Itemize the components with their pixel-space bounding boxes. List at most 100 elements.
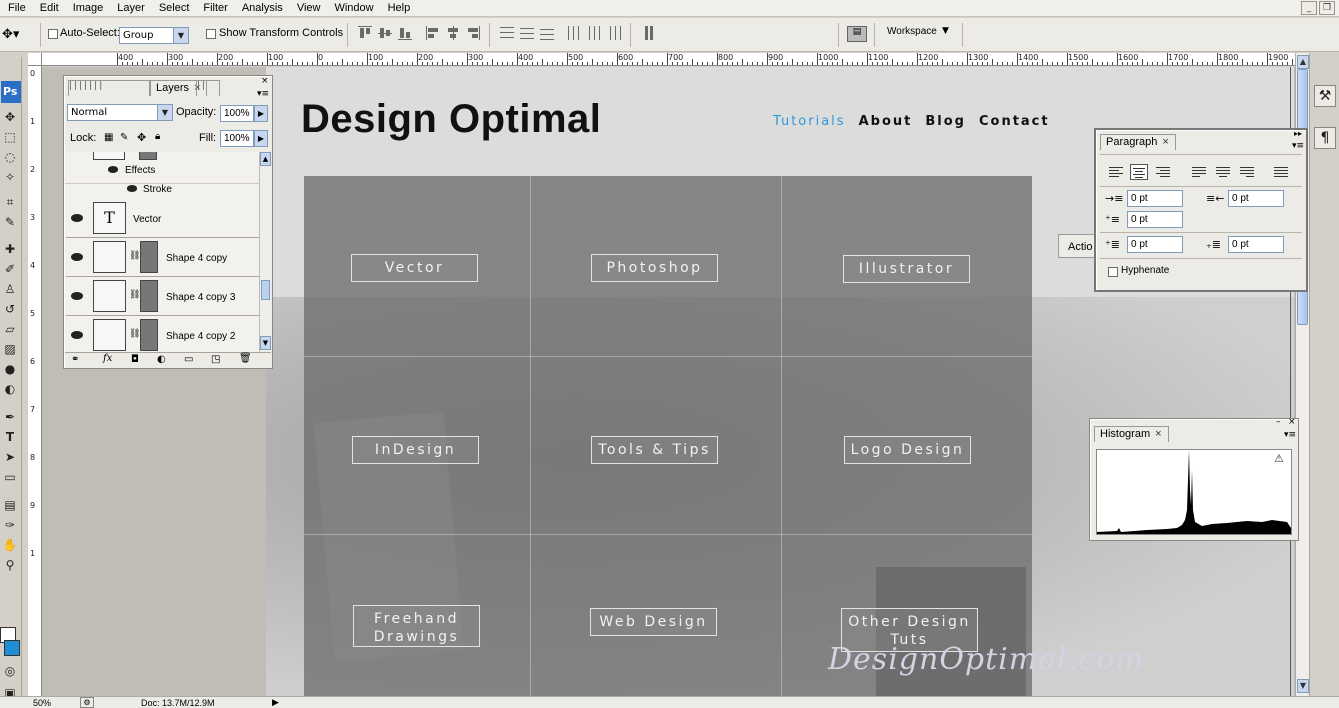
justify-left-icon[interactable] <box>1190 164 1208 180</box>
menu-layer[interactable]: Layer <box>110 0 152 17</box>
status-icon[interactable]: ⚙ <box>80 697 94 708</box>
chevron-down-icon[interactable]: ▼ <box>942 26 949 36</box>
eye-icon[interactable] <box>71 292 83 300</box>
scroll-down-icon[interactable]: ▼ <box>260 336 271 350</box>
magic-wand-icon[interactable]: ✧ <box>2 169 18 185</box>
paragraph-tab[interactable]: Paragraph × <box>1100 134 1176 150</box>
type-tool-icon[interactable]: T <box>2 429 18 445</box>
align-vcenter-icon[interactable] <box>378 26 392 40</box>
nav-tutorials[interactable]: Tutorials <box>773 114 846 129</box>
category-photoshop[interactable]: Photoshop <box>591 254 718 282</box>
clone-stamp-icon[interactable]: ♙ <box>2 281 18 297</box>
warning-icon[interactable]: ⚠ <box>1274 452 1284 465</box>
layers-hidden-tabs[interactable]: || <box>196 80 220 96</box>
minimize-icon[interactable]: _ <box>1301 1 1317 15</box>
category-illustrator[interactable]: Illustrator <box>843 255 970 283</box>
align-text-center-icon[interactable] <box>1130 164 1148 180</box>
scroll-down-icon[interactable]: ▼ <box>1297 679 1309 693</box>
layer-row-vector[interactable]: T Vector <box>66 199 259 238</box>
scroll-up-icon[interactable]: ▲ <box>1297 55 1309 69</box>
scroll-thumb[interactable] <box>261 280 270 300</box>
menu-select[interactable]: Select <box>152 0 197 17</box>
category-vector[interactable]: Vector <box>351 254 478 282</box>
eyedropper-icon[interactable]: ✑ <box>2 517 18 533</box>
history-brush-icon[interactable]: ↺ <box>2 301 18 317</box>
brush-tool-icon[interactable]: ✐ <box>2 261 18 277</box>
move-tool-icon[interactable]: ✥▾ <box>2 27 19 42</box>
align-right-icon[interactable] <box>466 26 480 40</box>
distribute-hcenter-icon[interactable] <box>587 26 601 40</box>
justify-right-icon[interactable] <box>1238 164 1256 180</box>
slice-tool-icon[interactable]: ✎ <box>2 214 18 230</box>
crop-tool-icon[interactable]: ⌗ <box>2 194 18 210</box>
scroll-up-icon[interactable]: ▲ <box>260 152 271 166</box>
zoom-tool-icon[interactable]: ⚲ <box>2 557 18 573</box>
paragraph-dock-icon[interactable]: ¶ <box>1314 127 1336 149</box>
add-mask-icon[interactable]: ◘ <box>131 354 139 365</box>
menu-help[interactable]: Help <box>381 0 418 17</box>
layer-row-shape-4-copy-2[interactable]: ⛓ Shape 4 copy 2 <box>66 316 259 352</box>
gradient-tool-icon[interactable]: ▨ <box>2 341 18 357</box>
category-indesign[interactable]: InDesign <box>352 436 479 464</box>
dodge-tool-icon[interactable]: ◐ <box>2 381 18 397</box>
menu-edit[interactable]: Edit <box>33 0 66 17</box>
align-bottom-icon[interactable] <box>398 26 412 40</box>
nav-blog[interactable]: Blog <box>925 114 966 129</box>
lasso-tool-icon[interactable]: ◌ <box>2 149 18 165</box>
align-hcenter-icon[interactable] <box>446 26 460 40</box>
category-web-design[interactable]: Web Design <box>590 608 717 636</box>
opacity-arrow-icon[interactable]: ▶ <box>254 105 268 122</box>
menu-image[interactable]: Image <box>66 0 111 17</box>
foreground-color-swatch[interactable] <box>4 640 20 656</box>
minimize-icon[interactable]: – <box>1276 417 1281 427</box>
trash-icon[interactable]: 🗑︎ <box>239 353 252 364</box>
indent-left-field[interactable]: 0 pt <box>1127 190 1183 207</box>
nav-about[interactable]: About <box>859 114 913 129</box>
eye-icon[interactable] <box>71 214 83 222</box>
notes-tool-icon[interactable]: ▤ <box>2 497 18 513</box>
close-icon[interactable]: × <box>1288 417 1296 427</box>
distribute-right-icon[interactable] <box>607 26 621 40</box>
panel-menu-icon[interactable]: ▾≡ <box>1292 141 1304 151</box>
ruler-left[interactable]: 01234567891 <box>28 66 42 696</box>
category-logo-design[interactable]: Logo Design <box>844 436 971 464</box>
justify-all-icon[interactable] <box>1272 164 1290 180</box>
layers-hidden-tabs[interactable]: ||||||| <box>68 80 150 96</box>
justify-center-icon[interactable] <box>1214 164 1232 180</box>
distribute-vcenter-icon[interactable] <box>520 26 534 40</box>
lock-transparent-icon[interactable]: ▦ <box>104 132 113 143</box>
hand-tool-icon[interactable]: ✋ <box>2 537 18 553</box>
new-group-icon[interactable]: ▭ <box>184 354 193 365</box>
histogram-tab[interactable]: Histogram × <box>1094 426 1169 442</box>
align-text-right-icon[interactable] <box>1154 164 1172 180</box>
lock-position-icon[interactable]: ✥ <box>137 131 146 144</box>
pen-tool-icon[interactable]: ✒ <box>2 409 18 425</box>
eye-icon[interactable] <box>127 185 137 192</box>
status-menu-arrow-icon[interactable]: ▶ <box>272 697 279 708</box>
category-freehand-drawings[interactable]: Freehand Drawings <box>353 605 480 647</box>
menu-analysis[interactable]: Analysis <box>235 0 290 17</box>
shape-tool-icon[interactable]: ▭ <box>2 469 18 485</box>
auto-align-icon[interactable] <box>642 26 656 40</box>
move-tool-icon[interactable]: ✥ <box>2 109 18 125</box>
fill-field[interactable]: 100% <box>220 130 254 147</box>
restore-icon[interactable]: ❐ <box>1319 1 1335 15</box>
menu-view[interactable]: View <box>290 0 328 17</box>
align-left-icon[interactable] <box>426 26 440 40</box>
align-top-icon[interactable] <box>358 26 372 40</box>
close-icon[interactable]: × <box>261 76 269 86</box>
eye-icon[interactable] <box>71 253 83 261</box>
indent-right-field[interactable]: 0 pt <box>1228 190 1284 207</box>
menu-filter[interactable]: Filter <box>196 0 234 17</box>
space-after-field[interactable]: 0 pt <box>1228 236 1284 253</box>
quick-mask-icon[interactable]: ◎ <box>2 663 18 679</box>
close-icon[interactable]: × <box>1162 136 1168 148</box>
adjustment-layer-icon[interactable]: ◐ <box>157 354 166 365</box>
lock-image-icon[interactable]: ✎ <box>120 132 128 143</box>
eraser-tool-icon[interactable]: ▱ <box>2 321 18 337</box>
healing-brush-icon[interactable]: ✚ <box>2 241 18 257</box>
eye-icon[interactable] <box>71 331 83 339</box>
fill-arrow-icon[interactable]: ▶ <box>254 130 268 147</box>
menu-window[interactable]: Window <box>327 0 380 17</box>
ruler-top[interactable]: 400 300 200 100 0 100 200 300 400 500 600 700 800 900… <box>42 53 1295 66</box>
